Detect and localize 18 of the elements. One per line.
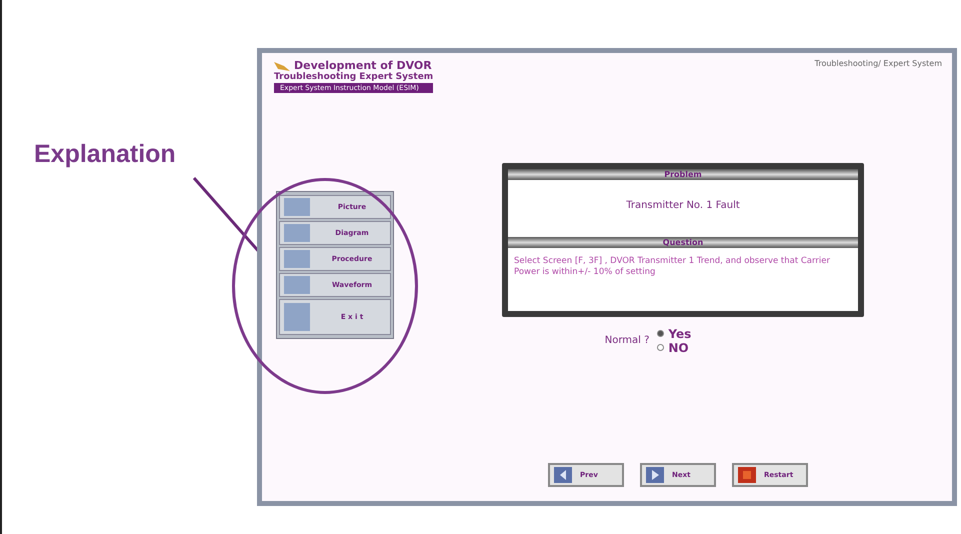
thumbnail-icon [284,276,310,294]
app-subtitle: Troubleshooting Expert System [274,72,434,82]
app-title: Development of DVOR [294,59,432,72]
question-text: Select Screen [F, 3F] , DVOR Transmitter 1 Trend, and observe that Carrier Power is within+/- 10% of setting [513,255,831,280]
window-caption: Troubleshooting/ Expert System [814,59,942,70]
thumbnail-icon [284,198,310,216]
square-icon [738,467,756,483]
normal-label: Normal ? [604,335,650,346]
radio-option[interactable]: NO [657,340,692,355]
explanation-label: Explanation [34,140,176,169]
thumbnail-icon [284,250,310,268]
thumbnail-icon [284,224,310,242]
problem-heading: Problem [508,169,858,180]
question-heading: Question [508,237,858,248]
problem-text: Transmitter No. 1 Fault [625,199,741,213]
wing-icon [274,60,290,72]
radio-option[interactable]: Yes [657,326,692,341]
thumbnail-icon [284,303,310,331]
